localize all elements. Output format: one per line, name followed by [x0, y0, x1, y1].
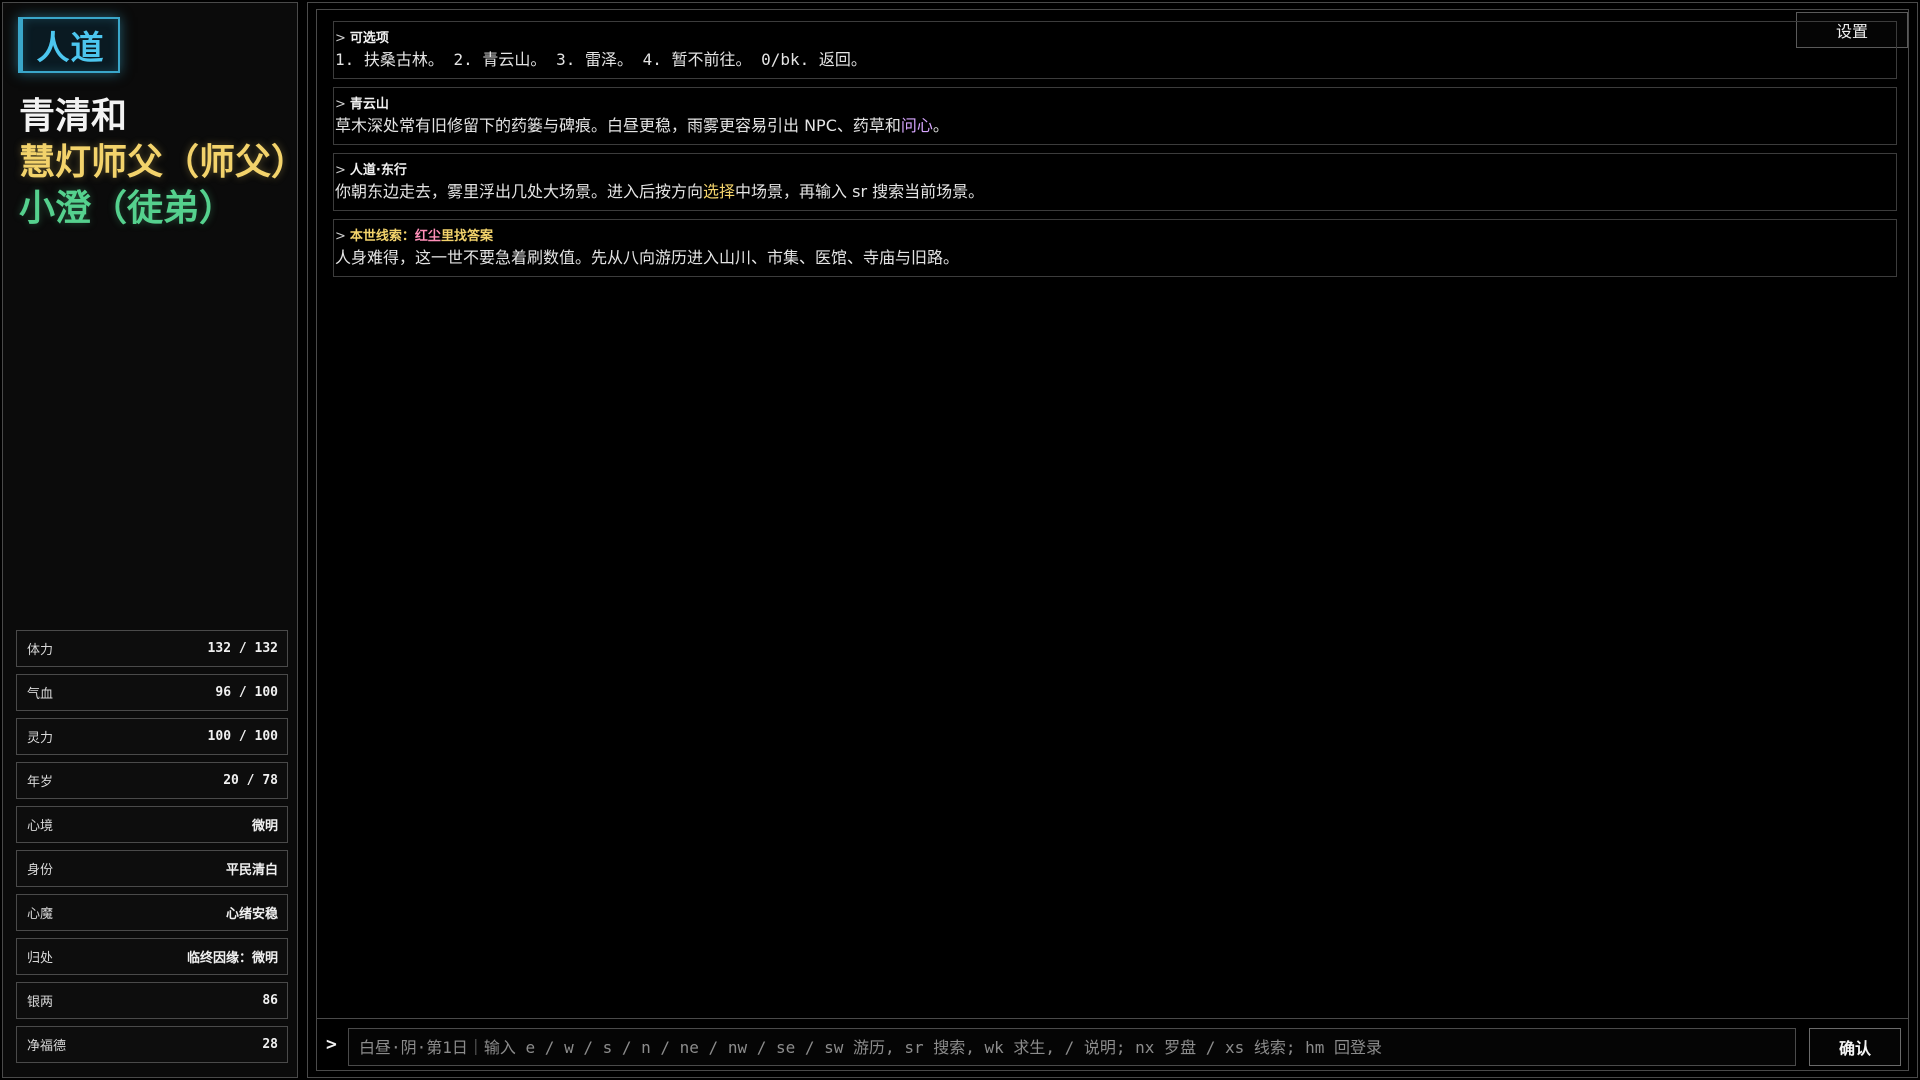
- log-entry-text: 草木深处常有旧修留下的药篓与碑痕。白昼更稳，雨雾更容易引出 NPC、药草和问心。: [335, 112, 1896, 136]
- chevron-right-icon: >: [335, 229, 346, 244]
- log-panel: 设置 > 可选项 1. 扶桑古林。 2. 青云山。 3. 雷泽。 4. 暂不前往。 …: [316, 9, 1909, 1071]
- log-entry-text: 人身难得，这一世不要急着刷数值。先从八向游历进入山川、市集、医馆、寺庙与旧路。: [335, 244, 1896, 268]
- stat-value: 平民清白: [225, 863, 278, 878]
- stat-label: 归处: [27, 951, 54, 966]
- sidebar: 人道 青清和 慧灯师父（师父） 小澄（徒弟） 体力 132 / 132 气血 9…: [2, 2, 307, 1078]
- log-entry-text: 1. 扶桑古林。 2. 青云山。 3. 雷泽。 4. 暂不前往。 0/bk. 返…: [335, 46, 1896, 70]
- log-text-segment: 问心: [900, 116, 933, 135]
- stat-merit: 净福德 28: [16, 1026, 288, 1063]
- log-entry: > 青云山 草木深处常有旧修留下的药篓与碑痕。白昼更稳，雨雾更容易引出 NPC、药草…: [333, 87, 1897, 145]
- log-text-segment: 草木深处常有旧修留下的药篓与碑痕。白昼更稳，雨雾更容易引出 NPC、药草和: [335, 116, 901, 135]
- stat-silver: 银两 86: [16, 982, 288, 1019]
- prompt-symbol: >: [326, 1034, 337, 1055]
- log-text-segment: 你朝东边走去，雾里浮出几处大场景。进入后按方向: [335, 182, 704, 201]
- log-entry: > 可选项 1. 扶桑古林。 2. 青云山。 3. 雷泽。 4. 暂不前往。 0/b…: [333, 21, 1897, 79]
- log-text-segment: 1. 扶桑古林。 2. 青云山。 3. 雷泽。 4. 暂不前往。 0/bk. 返…: [335, 50, 867, 69]
- log-text-segment: 人身难得，这一世不要急着刷数值。先从八向游历进入山川、市集、医馆、寺庙与旧路。: [335, 248, 960, 267]
- stat-spirit: 灵力 100 / 100: [16, 718, 288, 755]
- stat-value: 心绪安稳: [225, 907, 278, 922]
- stats-panel: 体力 132 / 132 气血 96 / 100 灵力 100 / 100 年岁…: [16, 630, 288, 1070]
- log-title-segment: 人道·东行: [349, 163, 407, 178]
- stat-label: 年岁: [27, 775, 54, 790]
- main-panel: 设置 > 可选项 1. 扶桑古林。 2. 青云山。 3. 雷泽。 4. 暂不前往。 …: [307, 2, 1918, 1078]
- realm-badge: 人道: [18, 17, 120, 73]
- character-name-master: 慧灯师父（师父）: [19, 142, 308, 183]
- character-name-disciple: 小澄（徒弟）: [19, 188, 236, 229]
- log-text-segment: 中场景，再输入 sr 搜索当前场景。: [735, 182, 985, 201]
- stat-label: 净福德: [27, 1039, 67, 1054]
- chevron-right-icon: >: [335, 31, 346, 46]
- stat-label: 心魔: [27, 907, 54, 922]
- stat-label: 身份: [27, 863, 54, 878]
- stat-label: 灵力: [27, 731, 54, 746]
- stat-label: 体力: [27, 643, 54, 658]
- stat-value: 临终因缘：微明: [186, 951, 278, 966]
- log-title-segment: 青云山: [349, 97, 389, 112]
- stat-blood: 气血 96 / 100: [16, 674, 288, 711]
- command-bar: > 确认: [316, 1018, 1909, 1070]
- stat-value: 28: [262, 1037, 278, 1052]
- log-text-segment: 。: [932, 116, 949, 135]
- stat-label: 心境: [27, 819, 54, 834]
- command-input[interactable]: [348, 1028, 1796, 1066]
- confirm-button[interactable]: 确认: [1809, 1028, 1901, 1066]
- log-entry-title: > 本世线索：红尘里找答案: [335, 225, 1896, 244]
- character-name-player: 青清和: [19, 96, 128, 137]
- stat-value: 132 / 132: [207, 641, 278, 656]
- stat-label: 气血: [27, 687, 54, 702]
- stat-value: 96 / 100: [215, 685, 278, 700]
- stat-destination: 归处 临终因缘：微明: [16, 938, 288, 975]
- stat-mind: 心境 微明: [16, 806, 288, 843]
- log-title-segment: 本世线索：: [349, 229, 415, 244]
- stat-inner-demon: 心魔 心绪安稳: [16, 894, 288, 931]
- stat-value: 20 / 78: [223, 773, 278, 788]
- chevron-right-icon: >: [335, 163, 346, 178]
- stat-value: 86: [262, 993, 278, 1008]
- chevron-right-icon: >: [335, 97, 346, 112]
- log-text-segment: 选择: [703, 182, 736, 201]
- stat-identity: 身份 平民清白: [16, 850, 288, 887]
- stat-value: 微明: [251, 819, 278, 834]
- log-title-segment: 里找答案: [440, 229, 493, 244]
- log-entry-title: > 青云山: [335, 93, 1896, 112]
- log-entry-title: > 人道·东行: [335, 159, 1896, 178]
- stat-label: 银两: [27, 995, 54, 1010]
- stat-value: 100 / 100: [207, 729, 278, 744]
- log-entry: > 本世线索：红尘里找答案 人身难得，这一世不要急着刷数值。先从八向游历进入山川、市…: [333, 219, 1897, 277]
- stat-stamina: 体力 132 / 132: [16, 630, 288, 667]
- log-title-segment: 红尘: [414, 229, 441, 244]
- log-entry-title: > 可选项: [335, 27, 1896, 46]
- log-title-segment: 可选项: [349, 31, 389, 46]
- stat-age: 年岁 20 / 78: [16, 762, 288, 799]
- log-entry-text: 你朝东边走去，雾里浮出几处大场景。进入后按方向选择中场景，再输入 sr 搜索当前…: [335, 178, 1896, 202]
- log-entry: > 人道·东行 你朝东边走去，雾里浮出几处大场景。进入后按方向选择中场景，再输入 s…: [333, 153, 1897, 211]
- message-log: > 可选项 1. 扶桑古林。 2. 青云山。 3. 雷泽。 4. 暂不前往。 0/b…: [333, 21, 1897, 285]
